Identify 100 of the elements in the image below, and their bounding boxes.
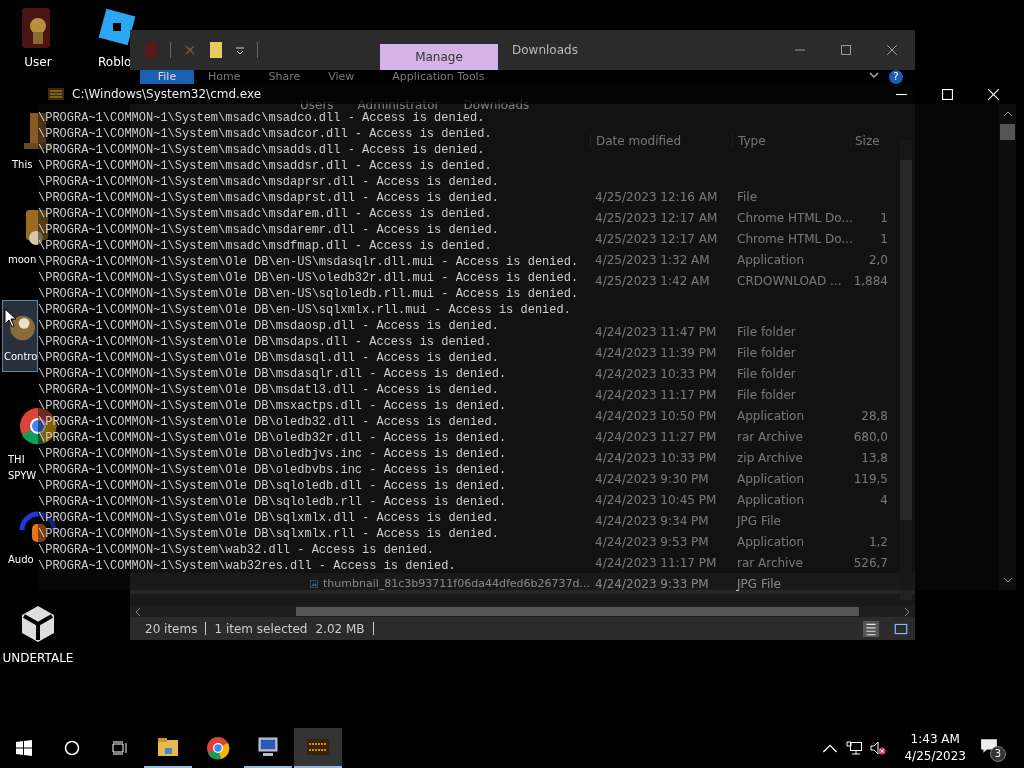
type-cell-text: rar Archive (736, 429, 804, 444)
column-header[interactable]: Size (850, 134, 888, 148)
size-cell: 2,0 (868, 252, 888, 267)
ribbon-tab[interactable]: Home (194, 70, 255, 84)
console-line: \PROGRA~1\COMMON~1\System\msadc\msdaprsr.dll - Access is denied. (38, 174, 499, 190)
console-line: \PROGRA~1\COMMON~1\System\msadc\msdaremr.dll - Access is denied. (38, 222, 499, 238)
selected-shortcut[interactable]: Contro (2, 300, 38, 372)
type-cell-text: File (736, 189, 759, 204)
taskbar-app[interactable] (294, 728, 342, 768)
console-line: \PROGRA~1\COMMON~1\System\Ole DB\msdaosp.dll - Access is denied. (38, 318, 499, 334)
column-header[interactable]: Date modified (590, 134, 732, 148)
console-line: \PROGRA~1\COMMON~1\System\Ole DB\msdasqlr.dll - Access is denied. (38, 366, 507, 382)
type-cell-text: rar Archive (736, 555, 804, 570)
column-header[interactable]: Type (732, 134, 850, 148)
network-icon[interactable] (846, 741, 863, 755)
shortcut-label: THI SPYW (8, 453, 37, 483)
clock-date[interactable]: 4/25/2023 (904, 748, 966, 765)
maximize-icon (941, 88, 953, 100)
type-cell-text: Chrome HTML Do... (736, 231, 850, 246)
console-line: \PROGRA~1\COMMON~1\System\Ole DB\oledbjvs.inc - Access is denied. (38, 446, 507, 462)
type-cell-text: File folder (736, 345, 797, 360)
scroll-down-icon[interactable] (1002, 576, 1013, 584)
date-cell-text: 4/24/2023 10:33 PM (594, 366, 718, 381)
breadcrumb-item[interactable]: Downloads (463, 98, 530, 112)
type-cell-text: Chrome HTML Do... (736, 210, 850, 225)
size-cell: 28,8 (861, 408, 888, 423)
details-view-icon[interactable] (863, 620, 879, 637)
clock-time[interactable]: 1:43 AM (910, 731, 960, 748)
console-line: \PROGRA~1\COMMON~1\System\msadc\msadcor.dll - Access is denied. (38, 126, 492, 142)
shortcut-label: UNDERTALE (2, 650, 74, 666)
size-cell: 526,7 (853, 555, 888, 570)
file-name: thumbnail_81c3b93711f06da44dfed6b26737d... (323, 577, 590, 590)
item-count: 20 items (145, 621, 198, 636)
size-cell: 4 (880, 492, 888, 507)
console-line: \PROGRA~1\COMMON~1\System\Ole DB\msxactps.dll - Access is denied. (38, 398, 507, 414)
type-cell-text: File folder (736, 366, 797, 381)
maximize-icon (841, 45, 851, 55)
notification-count: 3 (990, 746, 1006, 762)
console-line: \PROGRA~1\COMMON~1\System\msadc\msdfmap.dll - Access is denied. (38, 238, 492, 254)
image-file-icon (310, 577, 319, 590)
console-line: \PROGRA~1\COMMON~1\System\wab32res.dll - Access is denied. (38, 558, 456, 574)
date-cell-text: 4/24/2023 10:33 PM (594, 450, 718, 465)
size-cell: 1,2 (868, 534, 888, 549)
console-line: \PROGRA~1\COMMON~1\System\msadc\msaddsr.dll - Access is denied. (38, 158, 492, 174)
console-line: \PROGRA~1\COMMON~1\System\Ole DB\sqloledb.rll - Access is denied. (38, 494, 507, 510)
scroll-left-icon[interactable] (134, 606, 142, 617)
type-cell-text: File folder (736, 387, 797, 402)
browser-icon (206, 736, 230, 760)
date-cell-text: 4/24/2023 9:34 PM (594, 513, 710, 528)
console-line: \PROGRA~1\COMMON~1\System\wab32.dll - Access is denied. (38, 542, 435, 558)
breadcrumb-item[interactable]: Administrator (357, 98, 440, 112)
date-cell-text: 4/24/2023 9:30 PM (594, 471, 710, 486)
selection-size: 2.02 MB (315, 621, 365, 636)
console-line: \PROGRA~1\COMMON~1\System\Ole DB\oledbvbs.inc - Access is denied. (38, 462, 507, 478)
scroll-up-icon[interactable] (1002, 110, 1013, 118)
shortcut-label: This (12, 158, 33, 172)
selected-file-row[interactable]: thumbnail_81c3b93711f06da44dfed6b26737d... 4/24/2023 9:33 PM JPG File (130, 573, 915, 594)
folder-icon (156, 735, 180, 759)
scrollbar[interactable] (999, 104, 1016, 590)
console-line: \PROGRA~1\COMMON~1\System\msadc\msadds.dll - Access is denied. (38, 142, 485, 158)
scroll-thumb[interactable] (1000, 124, 1015, 140)
type-cell-text: JPG File (735, 576, 782, 591)
console-line: \PROGRA~1\COMMON~1\System\Ole DB\en-US\sqloledb.rll.mui - Access is denied. (38, 286, 579, 302)
monitor-icon (256, 735, 280, 759)
help-button[interactable]: ? (889, 70, 903, 84)
scroll-right-icon[interactable] (903, 606, 911, 617)
date-cell-text: 4/25/2023 1:42 AM (594, 273, 711, 288)
type-cell-text: Application (736, 408, 806, 423)
size-cell: 680,0 (853, 429, 888, 444)
folder-icon[interactable] (209, 41, 223, 59)
speaker-muted-icon[interactable] (870, 741, 887, 755)
console-line: \PROGRA~1\COMMON~1\System\Ole DB\sqloledb.dll - Access is denied. (38, 478, 507, 494)
type-cell-text: Application (736, 471, 806, 486)
size-cell: 13,8 (861, 450, 888, 465)
size-cell: 119,5 (853, 471, 888, 486)
shortcut-label: Contro (4, 350, 38, 364)
size-cell: 1,884 (853, 273, 888, 288)
ribbon-tab[interactable]: Share (254, 70, 315, 84)
date-cell-text: 4/24/2023 11:17 PM (594, 387, 718, 402)
date-cell-text: 4/24/2023 10:45 PM (594, 492, 718, 507)
mouse-pointer-icon (4, 308, 16, 328)
date-cell-text: 4/24/2023 11:47 PM (594, 324, 718, 339)
breadcrumb-item[interactable]: Users (300, 98, 334, 112)
selection-info: 1 item selected (214, 621, 308, 636)
dropdown-icon[interactable] (235, 45, 245, 55)
ribbon-tab[interactable]: Application Tools (378, 70, 499, 84)
chevron-down-icon[interactable] (869, 70, 879, 80)
type-cell-text: zip Archive (736, 450, 804, 465)
ribbon-tab[interactable]: View (314, 70, 369, 84)
file-tab[interactable]: File (140, 70, 194, 84)
shortcut-label: Audo (8, 553, 34, 567)
date-cell-text: 4/25/2023 12:17 AM (594, 231, 719, 246)
console-line: \PROGRA~1\COMMON~1\System\Ole DB\sqlxmlx.dll - Access is denied. (38, 510, 499, 526)
close-icon (987, 88, 999, 100)
type-cell-text: File folder (736, 324, 797, 339)
date-cell-text: 4/25/2023 1:32 AM (594, 252, 711, 267)
close-icon (887, 45, 897, 55)
horizontal-scrollbar[interactable] (130, 606, 915, 617)
size-cell: 1 (880, 210, 888, 225)
type-cell-text: Application (736, 492, 806, 507)
